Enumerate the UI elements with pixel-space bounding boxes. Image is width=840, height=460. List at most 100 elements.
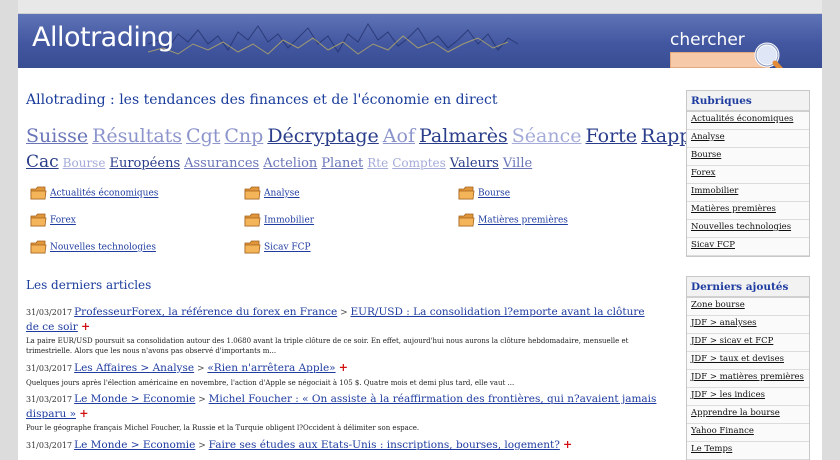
sidebar-link[interactable]: Actualités économiques xyxy=(687,112,809,130)
category-link[interactable]: Actualités économiques xyxy=(30,186,158,200)
sidebar-link[interactable]: Immobilier xyxy=(687,184,809,202)
separator-icon: > xyxy=(195,441,209,451)
sidebar-link[interactable]: Le Temps xyxy=(687,442,809,460)
folder-icon xyxy=(244,240,261,254)
article-headline: 31/03/2017 ProfesseurForex, la référence … xyxy=(26,306,658,334)
tag-link[interactable]: Cgt xyxy=(186,125,220,147)
category-link[interactable]: Sicav FCP xyxy=(244,240,311,254)
sidebar-link[interactable]: Zone bourse xyxy=(687,298,809,316)
tag-link[interactable]: Européens xyxy=(109,156,180,171)
sidebar-title: Derniers ajoutés xyxy=(687,277,809,298)
tag-cloud: Suisse Résultats Cgt Cnp Décryptage Aof Palmar… xyxy=(26,124,720,176)
article-date: 31/03/2017 xyxy=(26,308,73,317)
sidebar-link[interactable]: JDF > matières premières xyxy=(687,370,809,388)
tag-link[interactable]: Résultats xyxy=(92,125,182,147)
category-label: Nouvelles technologies xyxy=(50,242,156,253)
sidebar-derniers-ajoutes: Derniers ajoutés Zone bourse JDF > analys… xyxy=(686,276,810,460)
tag-link[interactable]: Valeurs xyxy=(450,156,499,171)
article-list: 31/03/2017 ProfesseurForex, la référence … xyxy=(26,306,658,458)
article-title-link[interactable]: Faire ses études aux Etats-Unis : inscri… xyxy=(209,439,560,451)
tag-link[interactable]: Séance xyxy=(512,125,582,147)
category-link[interactable]: Analyse xyxy=(244,186,300,200)
separator-icon: > xyxy=(194,364,208,374)
tag-link[interactable]: Cnp xyxy=(224,125,263,147)
tag-link[interactable]: Forte xyxy=(585,125,637,147)
tag-link[interactable]: Ville xyxy=(503,156,532,171)
article-date: 31/03/2017 xyxy=(26,441,73,450)
tag-link[interactable]: Assurances xyxy=(184,156,259,171)
category-label: Sicav FCP xyxy=(264,242,311,253)
category-link[interactable]: Bourse xyxy=(458,186,510,200)
header-chart-decoration xyxy=(148,23,519,55)
article-headline: 31/03/2017 Le Monde > Economie > Michel F… xyxy=(26,393,658,421)
folder-icon xyxy=(244,186,261,200)
search-icon[interactable] xyxy=(752,40,790,68)
sidebar-link[interactable]: Sicav FCP xyxy=(687,238,809,256)
top-strip xyxy=(18,0,822,14)
separator-icon: > xyxy=(195,395,209,405)
tag-link[interactable]: Comptes xyxy=(392,156,446,170)
tag-link[interactable]: Aof xyxy=(383,125,415,147)
article-headline: 31/03/2017 Les Affaires > Analyse > «Rien… xyxy=(26,361,658,376)
sidebar-link[interactable]: JDF > analyses xyxy=(687,316,809,334)
article-source-link[interactable]: Les Affaires > Analyse xyxy=(74,362,194,374)
tag-link[interactable]: Rte xyxy=(367,156,388,170)
article-item: 31/03/2017 Le Monde > Economie > Michel F… xyxy=(26,393,658,433)
article-item: 31/03/2017 Le Monde > Economie > Faire se… xyxy=(26,438,658,453)
sidebar-link[interactable]: Bourse xyxy=(687,148,809,166)
search-label: chercher xyxy=(670,30,745,50)
article-date: 31/03/2017 xyxy=(26,395,73,404)
page-title: Allotrading : les tendances des finances… xyxy=(26,92,498,108)
sidebar-link[interactable]: Apprendre la bourse xyxy=(687,406,809,424)
folder-icon xyxy=(30,186,47,200)
plus-icon[interactable]: + xyxy=(81,320,90,333)
sidebar-link[interactable]: Nouvelles technologies xyxy=(687,220,809,238)
sidebar-link[interactable]: Analyse xyxy=(687,130,809,148)
tag-link[interactable]: Palmarès xyxy=(419,125,508,147)
page: Allotrading chercher Allotrading : les t… xyxy=(18,0,822,460)
site-header: Allotrading chercher xyxy=(18,14,822,68)
article-source-link[interactable]: ProfesseurForex, la référence du forex e… xyxy=(74,306,337,318)
category-link[interactable]: Forex xyxy=(30,213,76,227)
article-source-link[interactable]: Le Monde > Economie xyxy=(74,439,195,451)
article-item: 31/03/2017 Les Affaires > Analyse > «Rien… xyxy=(26,361,658,388)
article-excerpt: Pour le géographe français Michel Fouche… xyxy=(26,424,420,432)
category-label: Forex xyxy=(50,215,76,226)
sidebar-link[interactable]: Matières premières xyxy=(687,202,809,220)
tag-link[interactable]: Décryptage xyxy=(267,125,378,147)
tag-link[interactable]: Suisse xyxy=(26,125,88,147)
folder-icon xyxy=(30,240,47,254)
sidebar-link[interactable]: Forex xyxy=(687,166,809,184)
article-excerpt: Quelques jours après l'élection américai… xyxy=(26,379,515,387)
article-date: 31/03/2017 xyxy=(26,364,73,373)
category-label: Bourse xyxy=(478,188,511,199)
article-title-link[interactable]: «Rien n'arrêtera Apple» xyxy=(207,362,335,374)
folder-icon xyxy=(244,213,261,227)
folder-icon xyxy=(30,213,47,227)
article-excerpt: La paire EUR/USD poursuit sa consolidati… xyxy=(26,337,629,355)
sidebar-rubriques: Rubriques Actualités économiques Analyse B… xyxy=(686,90,810,257)
tag-link[interactable]: Actelion xyxy=(263,156,317,171)
category-link[interactable]: Nouvelles technologies xyxy=(30,240,156,254)
article-item: 31/03/2017 ProfesseurForex, la référence … xyxy=(26,306,658,356)
tag-link[interactable]: Bourse xyxy=(63,156,106,170)
sidebar-link[interactable]: Yahoo Finance xyxy=(687,424,809,442)
site-logo[interactable]: Allotrading xyxy=(32,22,174,53)
tag-link[interactable]: Planet xyxy=(321,156,363,171)
plus-icon[interactable]: + xyxy=(563,438,572,451)
sidebar-link[interactable]: JDF > taux et devises xyxy=(687,352,809,370)
sidebar-link[interactable]: JDF > sicav et FCP xyxy=(687,334,809,352)
article-source-link[interactable]: Le Monde > Economie xyxy=(74,393,195,405)
sidebar-title: Rubriques xyxy=(687,91,809,112)
plus-icon[interactable]: + xyxy=(339,361,348,374)
category-label: Analyse xyxy=(264,188,300,199)
tag-link[interactable]: Cac xyxy=(26,152,59,172)
folder-icon xyxy=(458,186,475,200)
folder-icon xyxy=(458,213,475,227)
sidebar-link[interactable]: JDF > les indices xyxy=(687,388,809,406)
category-link[interactable]: Matières premières xyxy=(458,213,568,227)
article-headline: 31/03/2017 Le Monde > Economie > Faire se… xyxy=(26,438,658,453)
category-label: Immobilier xyxy=(264,215,315,226)
plus-icon[interactable]: + xyxy=(79,407,88,420)
category-link[interactable]: Immobilier xyxy=(244,213,314,227)
